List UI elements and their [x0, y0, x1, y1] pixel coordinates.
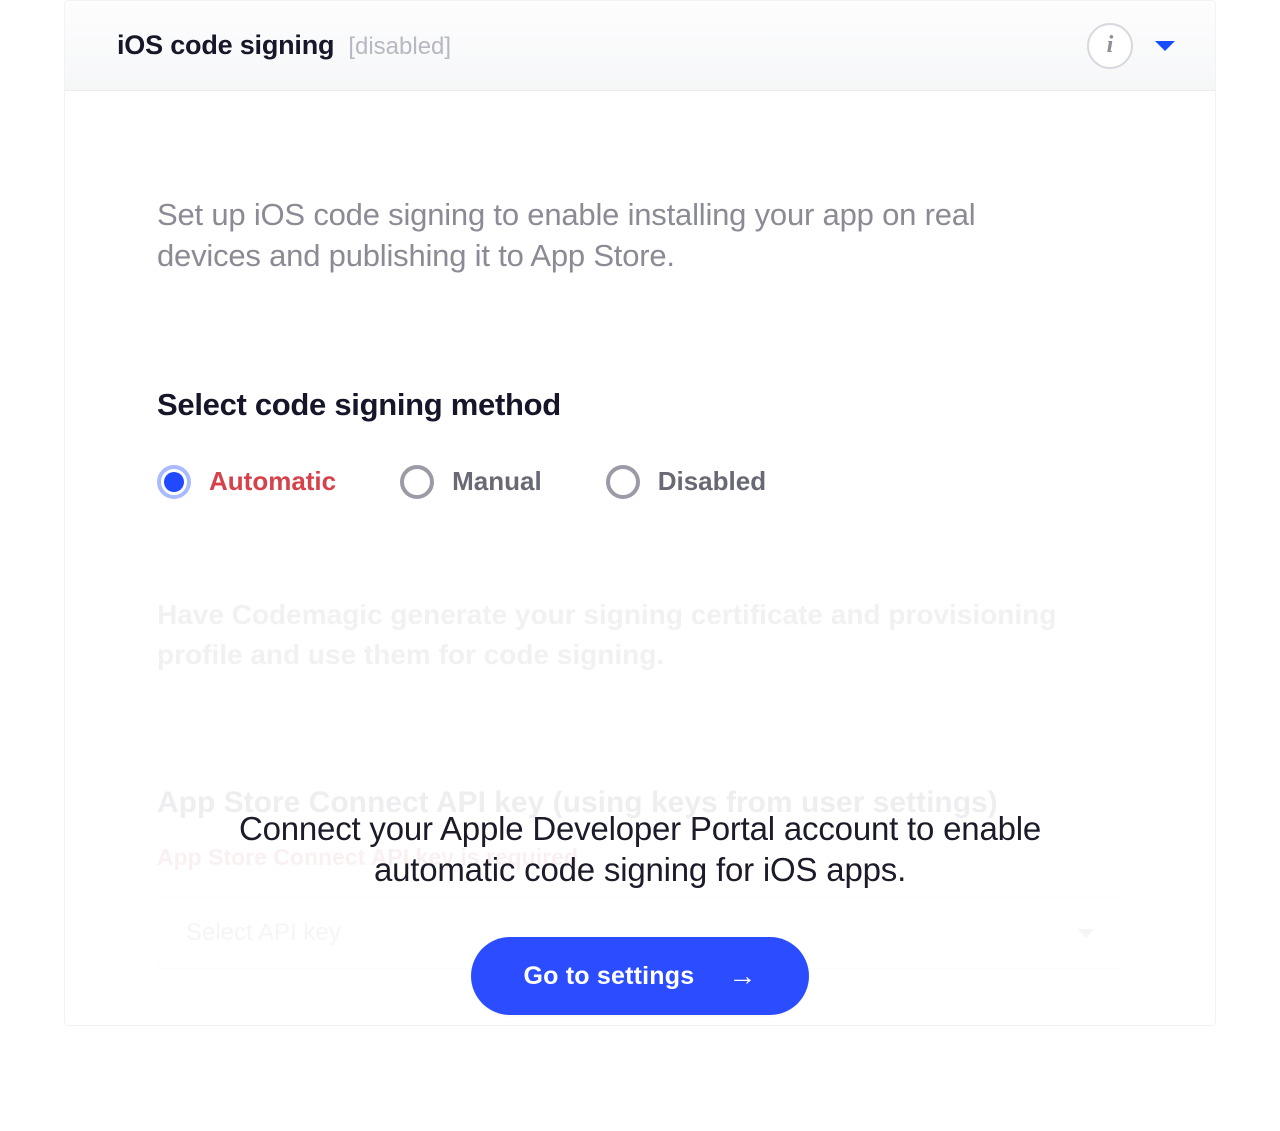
connect-account-overlay: Connect your Apple Developer Portal acco… [65, 808, 1215, 1025]
radio-label: Automatic [209, 466, 336, 497]
panel-header: iOS code signing [disabled] i [65, 1, 1215, 91]
radio-icon [606, 465, 640, 499]
cta-label: Go to settings [523, 962, 694, 991]
arrow-right-icon: → [728, 960, 756, 992]
radio-label: Manual [452, 466, 542, 497]
radio-disabled[interactable]: Disabled [606, 465, 766, 499]
header-left: iOS code signing [disabled] [117, 30, 451, 61]
chevron-down-icon[interactable] [1155, 41, 1175, 51]
overlay-message: Connect your Apple Developer Portal acco… [215, 808, 1065, 891]
method-section-title: Select code signing method [157, 387, 1123, 423]
code-signing-panel: iOS code signing [disabled] i Set up iOS… [64, 0, 1216, 1026]
dropdown-placeholder: Select API key [186, 919, 341, 947]
panel-title: iOS code signing [117, 30, 334, 61]
auto-description: Have Codemagic generate your signing cer… [157, 595, 1123, 676]
radio-automatic[interactable]: Automatic [157, 465, 336, 499]
panel-status: [disabled] [348, 33, 451, 61]
header-right: i [1087, 23, 1175, 69]
go-to-settings-button[interactable]: Go to settings → [471, 937, 808, 1015]
radio-manual[interactable]: Manual [400, 465, 542, 499]
method-radio-group: Automatic Manual Disabled [157, 465, 1123, 499]
intro-text: Set up iOS code signing to enable instal… [157, 195, 1087, 277]
chevron-down-icon [1078, 929, 1094, 938]
info-icon[interactable]: i [1087, 23, 1133, 69]
radio-icon [400, 465, 434, 499]
radio-icon [157, 465, 191, 499]
radio-label: Disabled [658, 466, 766, 497]
panel-content: Set up iOS code signing to enable instal… [65, 91, 1215, 1025]
